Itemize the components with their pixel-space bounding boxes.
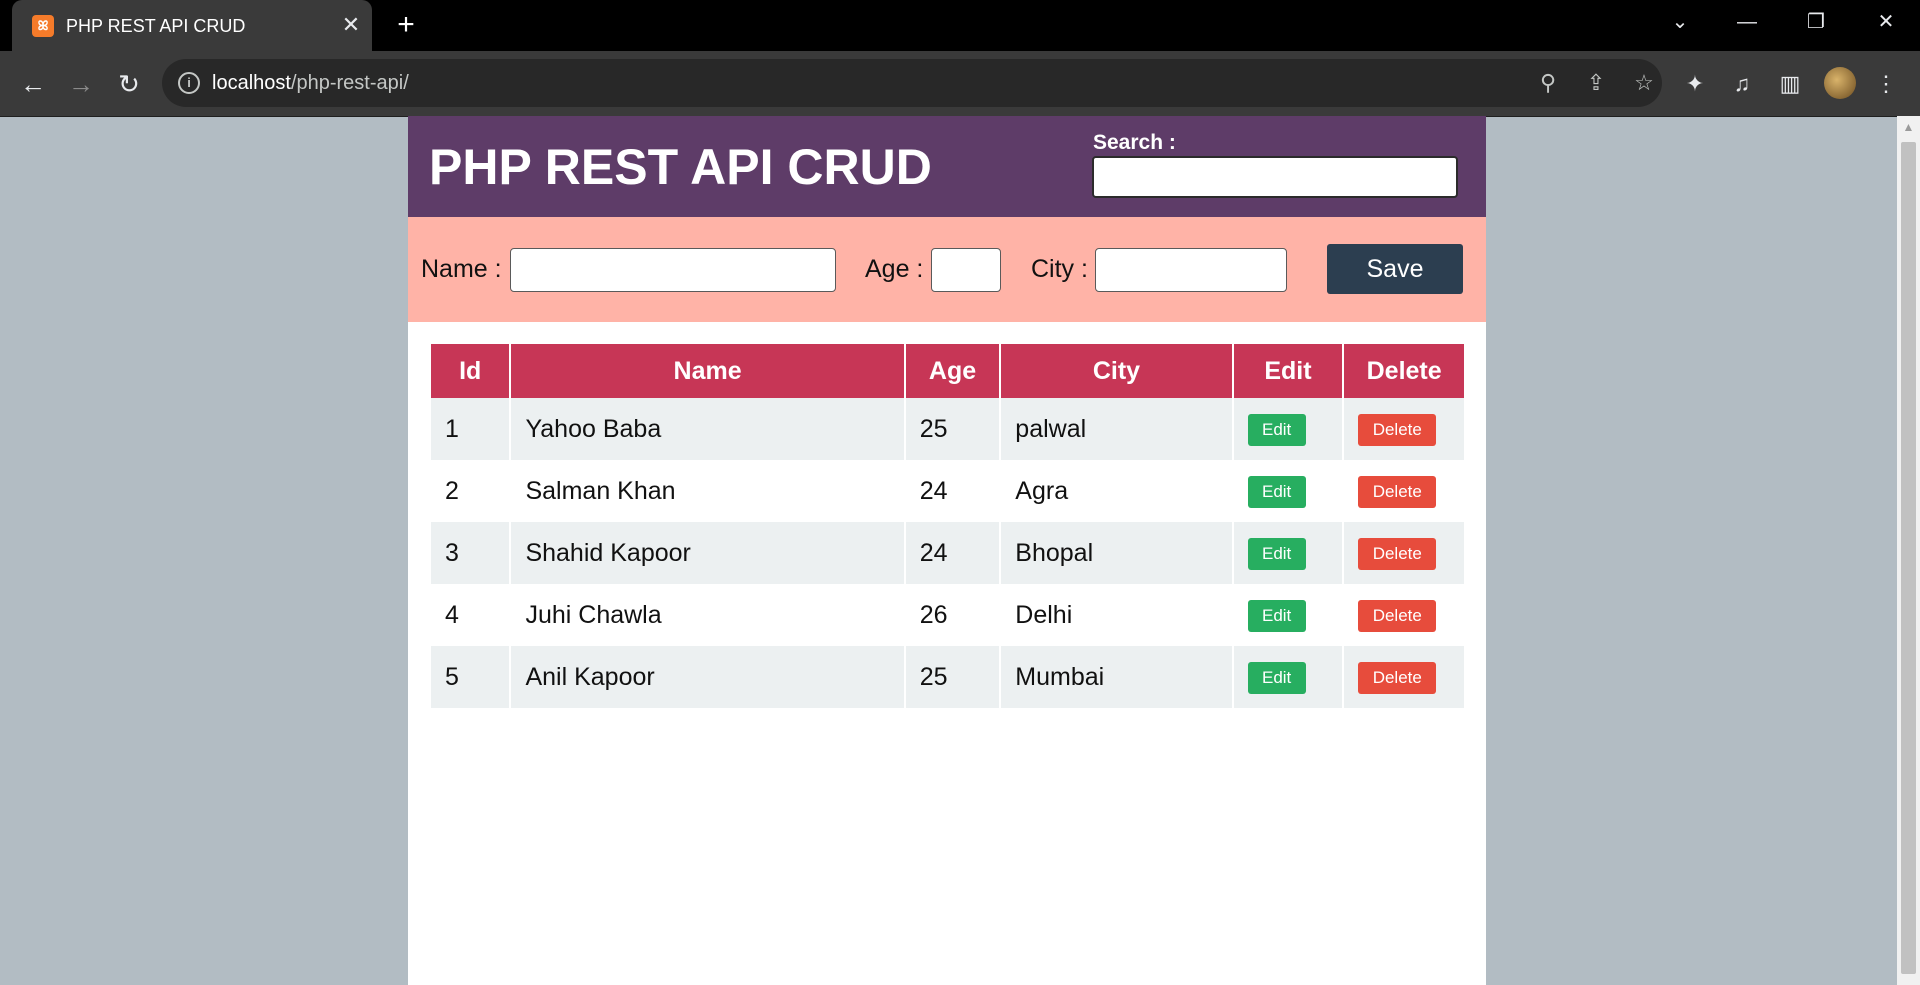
- column-header-delete: Delete: [1344, 344, 1464, 398]
- cell-city: Bhopal: [1001, 522, 1232, 584]
- reload-icon[interactable]: ↻: [112, 67, 146, 101]
- delete-button[interactable]: Delete: [1358, 475, 1437, 508]
- table-row: 4 Juhi Chawla 26 Delhi Edit Delete: [431, 584, 1464, 646]
- cell-delete: Delete: [1344, 460, 1464, 522]
- share-icon[interactable]: ⇪: [1582, 69, 1610, 97]
- browser-toolbar: ← → ↻ i localhost/php-rest-api/ ⚲ ⇪ ☆ ✦ …: [0, 51, 1920, 117]
- column-header-city: City: [1001, 344, 1232, 398]
- tab-title: PHP REST API CRUD: [66, 16, 246, 36]
- edit-button[interactable]: Edit: [1247, 475, 1306, 508]
- city-field[interactable]: [1095, 248, 1287, 292]
- new-tab-button[interactable]: +: [390, 10, 422, 42]
- scroll-up-icon[interactable]: ▲: [1897, 116, 1920, 138]
- more-menu-icon[interactable]: ⋮: [1870, 68, 1902, 100]
- forward-arrow-icon[interactable]: →: [64, 67, 98, 101]
- name-label: Name :: [421, 255, 502, 283]
- url-text[interactable]: localhost/php-rest-api/: [212, 72, 409, 95]
- table-row: 3 Shahid Kapoor 24 Bhopal Edit Delete: [431, 522, 1464, 584]
- cell-age: 25: [905, 398, 1000, 460]
- add-record-form: Name : Age : City : Save: [408, 217, 1486, 322]
- search-label: Search :: [1093, 131, 1176, 154]
- cell-id: 2: [431, 460, 510, 522]
- close-window-icon[interactable]: ✕: [1866, 8, 1906, 36]
- extensions-puzzle-icon[interactable]: ✦: [1679, 68, 1711, 100]
- cell-age: 26: [905, 584, 1000, 646]
- edit-button[interactable]: Edit: [1247, 661, 1306, 694]
- cell-edit: Edit: [1233, 522, 1343, 584]
- cell-id: 3: [431, 522, 510, 584]
- city-label: City :: [1031, 255, 1088, 283]
- bookmark-star-icon[interactable]: ☆: [1630, 69, 1658, 97]
- cell-delete: Delete: [1344, 398, 1464, 460]
- cell-id: 5: [431, 646, 510, 708]
- cell-delete: Delete: [1344, 646, 1464, 708]
- column-header-name: Name: [511, 344, 904, 398]
- tab-search-chevron-icon[interactable]: ⌄: [1660, 8, 1700, 36]
- cell-age: 24: [905, 522, 1000, 584]
- page-container: PHP REST API CRUD Search : Name : Age : …: [408, 116, 1486, 985]
- edit-button[interactable]: Edit: [1247, 537, 1306, 570]
- cell-edit: Edit: [1233, 460, 1343, 522]
- age-field[interactable]: [931, 248, 1001, 292]
- table-row: 5 Anil Kapoor 25 Mumbai Edit Delete: [431, 646, 1464, 708]
- scrollbar-thumb[interactable]: [1901, 142, 1916, 974]
- column-header-id: Id: [431, 344, 510, 398]
- name-field[interactable]: [510, 248, 836, 292]
- cell-delete: Delete: [1344, 584, 1464, 646]
- close-tab-icon[interactable]: ✕: [338, 12, 364, 38]
- age-label: Age :: [865, 255, 924, 283]
- edit-button[interactable]: Edit: [1247, 599, 1306, 632]
- restore-icon[interactable]: ❐: [1796, 8, 1836, 36]
- media-control-icon[interactable]: ♫: [1726, 68, 1758, 100]
- cell-city: Delhi: [1001, 584, 1232, 646]
- cell-city: Mumbai: [1001, 646, 1232, 708]
- column-header-edit: Edit: [1233, 344, 1343, 398]
- cell-delete: Delete: [1344, 522, 1464, 584]
- delete-button[interactable]: Delete: [1358, 413, 1437, 446]
- save-button[interactable]: Save: [1327, 244, 1463, 294]
- cell-name: Anil Kapoor: [511, 646, 904, 708]
- cell-city: Agra: [1001, 460, 1232, 522]
- column-header-age: Age: [905, 344, 1000, 398]
- cell-id: 1: [431, 398, 510, 460]
- profile-avatar[interactable]: [1824, 67, 1856, 99]
- app-header: PHP REST API CRUD Search :: [408, 116, 1486, 217]
- cell-edit: Edit: [1233, 646, 1343, 708]
- cell-age: 24: [905, 460, 1000, 522]
- delete-button[interactable]: Delete: [1358, 537, 1437, 570]
- xampp-icon: ꕤ: [32, 15, 54, 37]
- delete-button[interactable]: Delete: [1358, 661, 1437, 694]
- address-bar[interactable]: i localhost/php-rest-api/ ⚲ ⇪ ☆: [162, 59, 1662, 107]
- cell-name: Yahoo Baba: [511, 398, 904, 460]
- table-header-row: Id Name Age City Edit Delete: [431, 344, 1464, 398]
- delete-button[interactable]: Delete: [1358, 599, 1437, 632]
- cell-city: palwal: [1001, 398, 1232, 460]
- cell-edit: Edit: [1233, 398, 1343, 460]
- cell-id: 4: [431, 584, 510, 646]
- table-row: 1 Yahoo Baba 25 palwal Edit Delete: [431, 398, 1464, 460]
- page-title: PHP REST API CRUD: [429, 139, 932, 195]
- cell-age: 25: [905, 646, 1000, 708]
- zoom-icon[interactable]: ⚲: [1534, 69, 1562, 97]
- edit-button[interactable]: Edit: [1247, 413, 1306, 446]
- vertical-scrollbar[interactable]: ▲: [1897, 116, 1920, 985]
- back-arrow-icon[interactable]: ←: [16, 67, 50, 101]
- cell-name: Juhi Chawla: [511, 584, 904, 646]
- cell-edit: Edit: [1233, 584, 1343, 646]
- minimize-icon[interactable]: —: [1727, 8, 1767, 36]
- cell-name: Shahid Kapoor: [511, 522, 904, 584]
- browser-tab-strip: ꕤ PHP REST API CRUD ✕ + ⌄ — ❐ ✕: [0, 0, 1920, 51]
- cell-name: Salman Khan: [511, 460, 904, 522]
- search-input[interactable]: [1092, 156, 1458, 198]
- site-info-icon[interactable]: i: [178, 72, 200, 94]
- records-table: Id Name Age City Edit Delete 1 Yahoo Bab…: [429, 344, 1466, 708]
- table-row: 2 Salman Khan 24 Agra Edit Delete: [431, 460, 1464, 522]
- browser-tab[interactable]: ꕤ PHP REST API CRUD ✕: [12, 0, 372, 51]
- side-panel-icon[interactable]: ▥: [1774, 68, 1806, 100]
